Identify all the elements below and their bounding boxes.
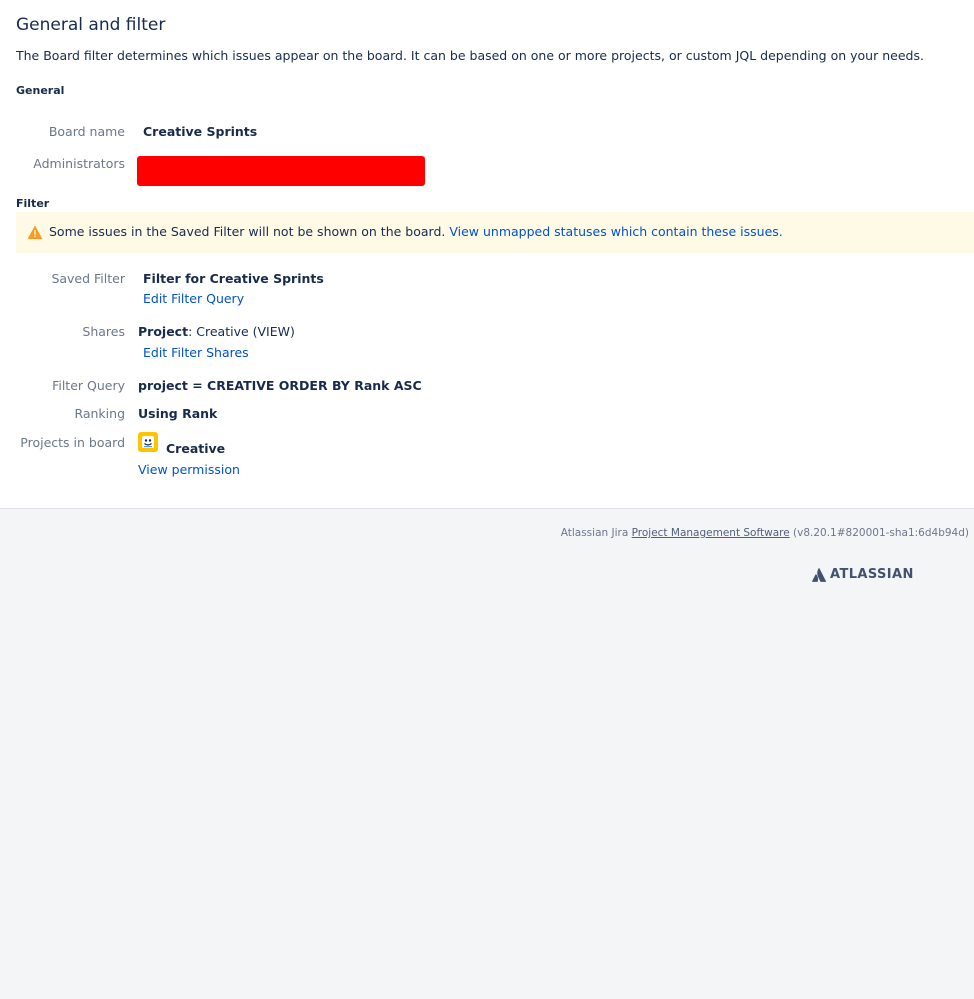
project-name[interactable]: Creative bbox=[166, 441, 225, 456]
atlassian-logo-icon[interactable] bbox=[812, 567, 826, 583]
shares-value: Project: Creative (VIEW) bbox=[138, 324, 295, 339]
filter-query-value: project = CREATIVE ORDER BY Rank ASC bbox=[138, 378, 422, 393]
filter-query-label: Filter Query bbox=[52, 378, 125, 393]
page-title: General and filter bbox=[16, 15, 166, 35]
filter-heading: Filter bbox=[16, 197, 50, 210]
administrators-label: Administrators bbox=[33, 156, 125, 171]
shares-key: Project bbox=[138, 324, 189, 339]
projects-in-board-label: Projects in board bbox=[20, 435, 125, 450]
board-name-label: Board name bbox=[48, 124, 125, 139]
general-heading: General bbox=[16, 84, 65, 97]
administrators-redacted bbox=[137, 156, 425, 186]
warning-text: Some issues in the Saved Filter will not… bbox=[49, 224, 446, 239]
board-name-value[interactable]: Creative Sprints bbox=[143, 124, 257, 139]
ranking-label: Ranking bbox=[74, 406, 125, 421]
warning-icon bbox=[28, 226, 42, 239]
footer-pm-software-link[interactable]: Project Management Software bbox=[632, 527, 790, 539]
footer-version: (v8.20.1#820001-sha1:6d4b94d) bbox=[793, 527, 969, 539]
warning-message: Some issues in the Saved Filter will not… bbox=[49, 224, 783, 239]
shares-detail: : Creative (VIEW) bbox=[188, 324, 295, 339]
view-unmapped-statuses-link[interactable]: View unmapped statuses which contain the… bbox=[449, 224, 782, 239]
ranking-value: Using Rank bbox=[138, 406, 218, 421]
page-description: The Board filter determines which issues… bbox=[16, 48, 924, 63]
board-config-panel: General and filter The Board filter dete… bbox=[0, 0, 974, 509]
footer-info: Atlassian Jira Project Management Softwa… bbox=[561, 527, 969, 539]
saved-filter-label: Saved Filter bbox=[51, 271, 125, 286]
view-permission-link[interactable]: View permission bbox=[138, 462, 240, 477]
warning-banner: Some issues in the Saved Filter will not… bbox=[16, 212, 974, 253]
atlassian-logo-text: ATLASSIAN bbox=[830, 567, 914, 582]
project-avatar-icon bbox=[138, 432, 158, 452]
saved-filter-value: Filter for Creative Sprints bbox=[143, 271, 324, 286]
shares-label: Shares bbox=[82, 324, 125, 339]
edit-filter-query-link[interactable]: Edit Filter Query bbox=[143, 291, 244, 306]
edit-filter-shares-link[interactable]: Edit Filter Shares bbox=[143, 345, 249, 360]
footer-prefix: Atlassian Jira bbox=[560, 527, 629, 539]
